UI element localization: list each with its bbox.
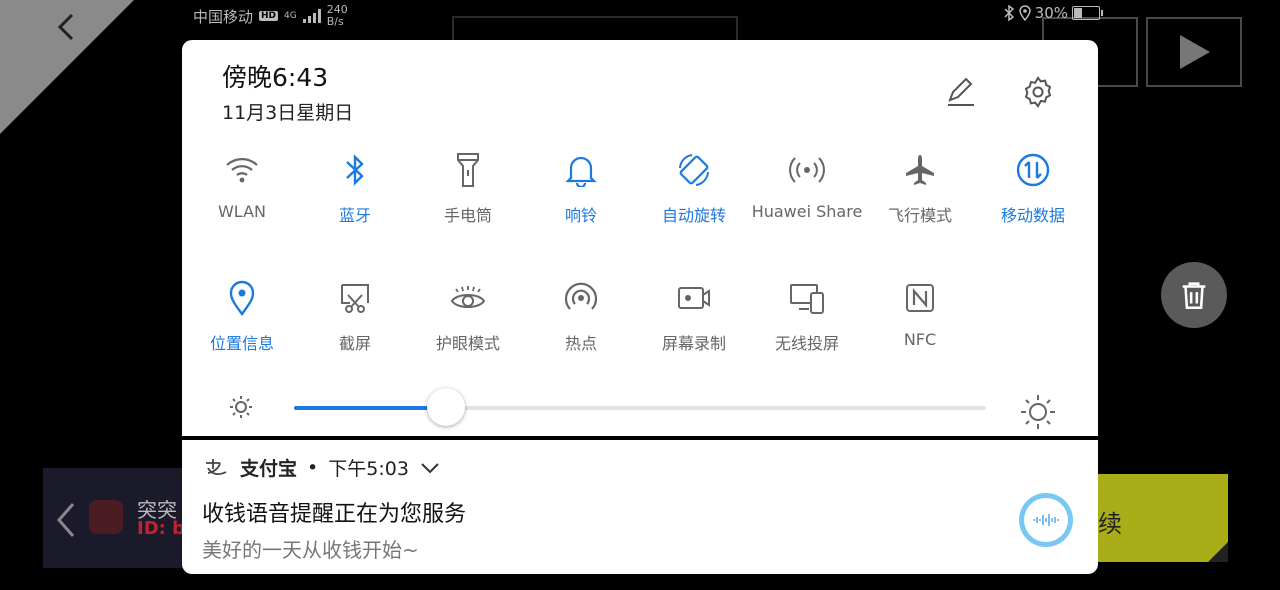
eye-comfort-icon — [411, 278, 525, 318]
location-icon — [185, 278, 299, 318]
tile-screen-record[interactable]: 屏幕录制 — [637, 252, 751, 354]
tile-label: NFC — [903, 330, 937, 349]
status-bar-left: 中国移动 HD 4G 240 B/s — [193, 4, 348, 28]
network-speed: 240 B/s — [327, 4, 348, 28]
play-icon — [1180, 35, 1210, 69]
tile-bluetooth[interactable]: 蓝牙 — [298, 150, 412, 226]
notification-title: 收钱语音提醒正在为您服务 — [202, 502, 467, 527]
bluetooth-status-icon — [1004, 5, 1014, 21]
background-user-card[interactable]: 突突 ID: b — [43, 468, 203, 568]
brightness-low-icon — [226, 392, 256, 422]
tile-wifi[interactable]: WLAN — [185, 150, 299, 221]
clock-date: 11月3日星期日 — [222, 102, 354, 124]
hd-badge: HD — [259, 11, 279, 21]
wireless-projection-icon — [750, 278, 864, 318]
tile-label: 移动数据 — [1000, 206, 1065, 225]
bell-icon — [524, 150, 638, 190]
corner-mark — [1208, 542, 1228, 562]
tile-screenshot[interactable]: 截屏 — [298, 278, 412, 354]
brightness-high-icon — [1018, 392, 1058, 432]
chevron-left-icon — [57, 503, 75, 537]
carrier-label: 中国移动 — [193, 7, 254, 26]
flashlight-icon — [411, 150, 525, 190]
tile-label: 位置信息 — [209, 334, 274, 353]
alipay-icon — [206, 458, 227, 475]
quick-settings-panel: 傍晚6:43 11月3日星期日 WLAN 蓝牙 手电筒 响铃 自动旋转 Huawei Sh… — [182, 40, 1098, 436]
delete-button[interactable] — [1161, 262, 1227, 328]
brightness-slider-handle[interactable] — [427, 388, 466, 426]
status-bar-right: 30% — [1003, 4, 1103, 22]
background-user-id: ID: b — [137, 518, 185, 539]
avatar — [89, 500, 123, 534]
tile-huawei-share[interactable]: Huawei Share — [750, 150, 864, 221]
chevron-down-icon[interactable] — [419, 460, 441, 476]
location-status-icon — [1018, 5, 1031, 21]
tile-label: 屏幕录制 — [661, 334, 726, 353]
voice-broadcast-icon — [1019, 493, 1073, 547]
gear-icon — [1024, 76, 1052, 108]
huawei-share-icon — [750, 150, 864, 190]
speed-unit: B/s — [326, 15, 344, 28]
tile-label: 手电筒 — [443, 206, 492, 225]
tile-label: 自动旋转 — [661, 206, 726, 225]
tile-nfc[interactable]: NFC — [863, 278, 977, 349]
notification-separator: • — [307, 456, 319, 479]
tile-auto-rotate[interactable]: 自动旋转 — [637, 150, 751, 226]
tile-eye-comfort[interactable]: 护眼模式 — [411, 278, 525, 354]
tile-flashlight[interactable]: 手电筒 — [411, 150, 525, 226]
brightness-slider-fill — [294, 406, 447, 410]
tile-label: 无线投屏 — [774, 334, 839, 353]
screen-record-icon — [637, 278, 751, 318]
tile-wireless-projection[interactable]: 无线投屏 — [750, 278, 864, 354]
tile-location[interactable]: 位置信息 — [185, 278, 299, 354]
pencil-icon — [948, 77, 974, 106]
edit-tiles-button[interactable] — [942, 74, 978, 110]
battery-percent: 30% — [1034, 4, 1068, 22]
clock-time: 傍晚6:43 — [222, 63, 329, 92]
continue-button[interactable]: 续 — [1098, 474, 1228, 562]
hotspot-icon — [524, 278, 638, 318]
tile-label: WLAN — [217, 202, 266, 221]
continue-label: 续 — [1098, 510, 1122, 538]
tile-label: 蓝牙 — [338, 206, 371, 225]
back-arrow-icon[interactable] — [52, 12, 82, 42]
tile-bell[interactable]: 响铃 — [524, 150, 638, 226]
battery-icon — [1072, 6, 1103, 20]
settings-button[interactable] — [1020, 74, 1056, 110]
tile-mobile-data[interactable]: 移动数据 — [976, 150, 1090, 226]
tile-label: 响铃 — [564, 206, 597, 225]
notification-body: 美好的一天从收钱开始~ — [202, 538, 419, 562]
tile-label: 热点 — [564, 334, 597, 353]
bluetooth-icon — [298, 150, 412, 190]
tile-label: 飞行模式 — [887, 206, 952, 225]
screenshot-icon — [298, 278, 412, 318]
tile-label: 截屏 — [338, 334, 371, 353]
notification-app-name: 支付宝 — [240, 458, 298, 480]
tile-airplane[interactable]: 飞行模式 — [863, 150, 977, 226]
signal-icon — [302, 9, 321, 23]
brightness-slider[interactable] — [294, 388, 986, 426]
tile-label: 护眼模式 — [435, 334, 500, 353]
wifi-icon — [185, 150, 299, 190]
notification-header: 支付宝 • 下午5:03 — [204, 454, 441, 481]
network-type: 4G — [284, 11, 297, 21]
mobile-data-icon — [976, 150, 1090, 190]
trash-icon — [1182, 282, 1206, 310]
auto-rotate-icon — [637, 150, 751, 190]
tile-label: Huawei Share — [751, 202, 863, 221]
play-button[interactable] — [1146, 17, 1242, 87]
nfc-icon — [863, 278, 977, 318]
tile-hotspot[interactable]: 热点 — [524, 278, 638, 354]
alipay-notification[interactable]: 支付宝 • 下午5:03 收钱语音提醒正在为您服务 美好的一天从收钱开始~ — [182, 440, 1098, 574]
notification-time: 下午5:03 — [328, 458, 409, 480]
airplane-icon — [863, 150, 977, 190]
